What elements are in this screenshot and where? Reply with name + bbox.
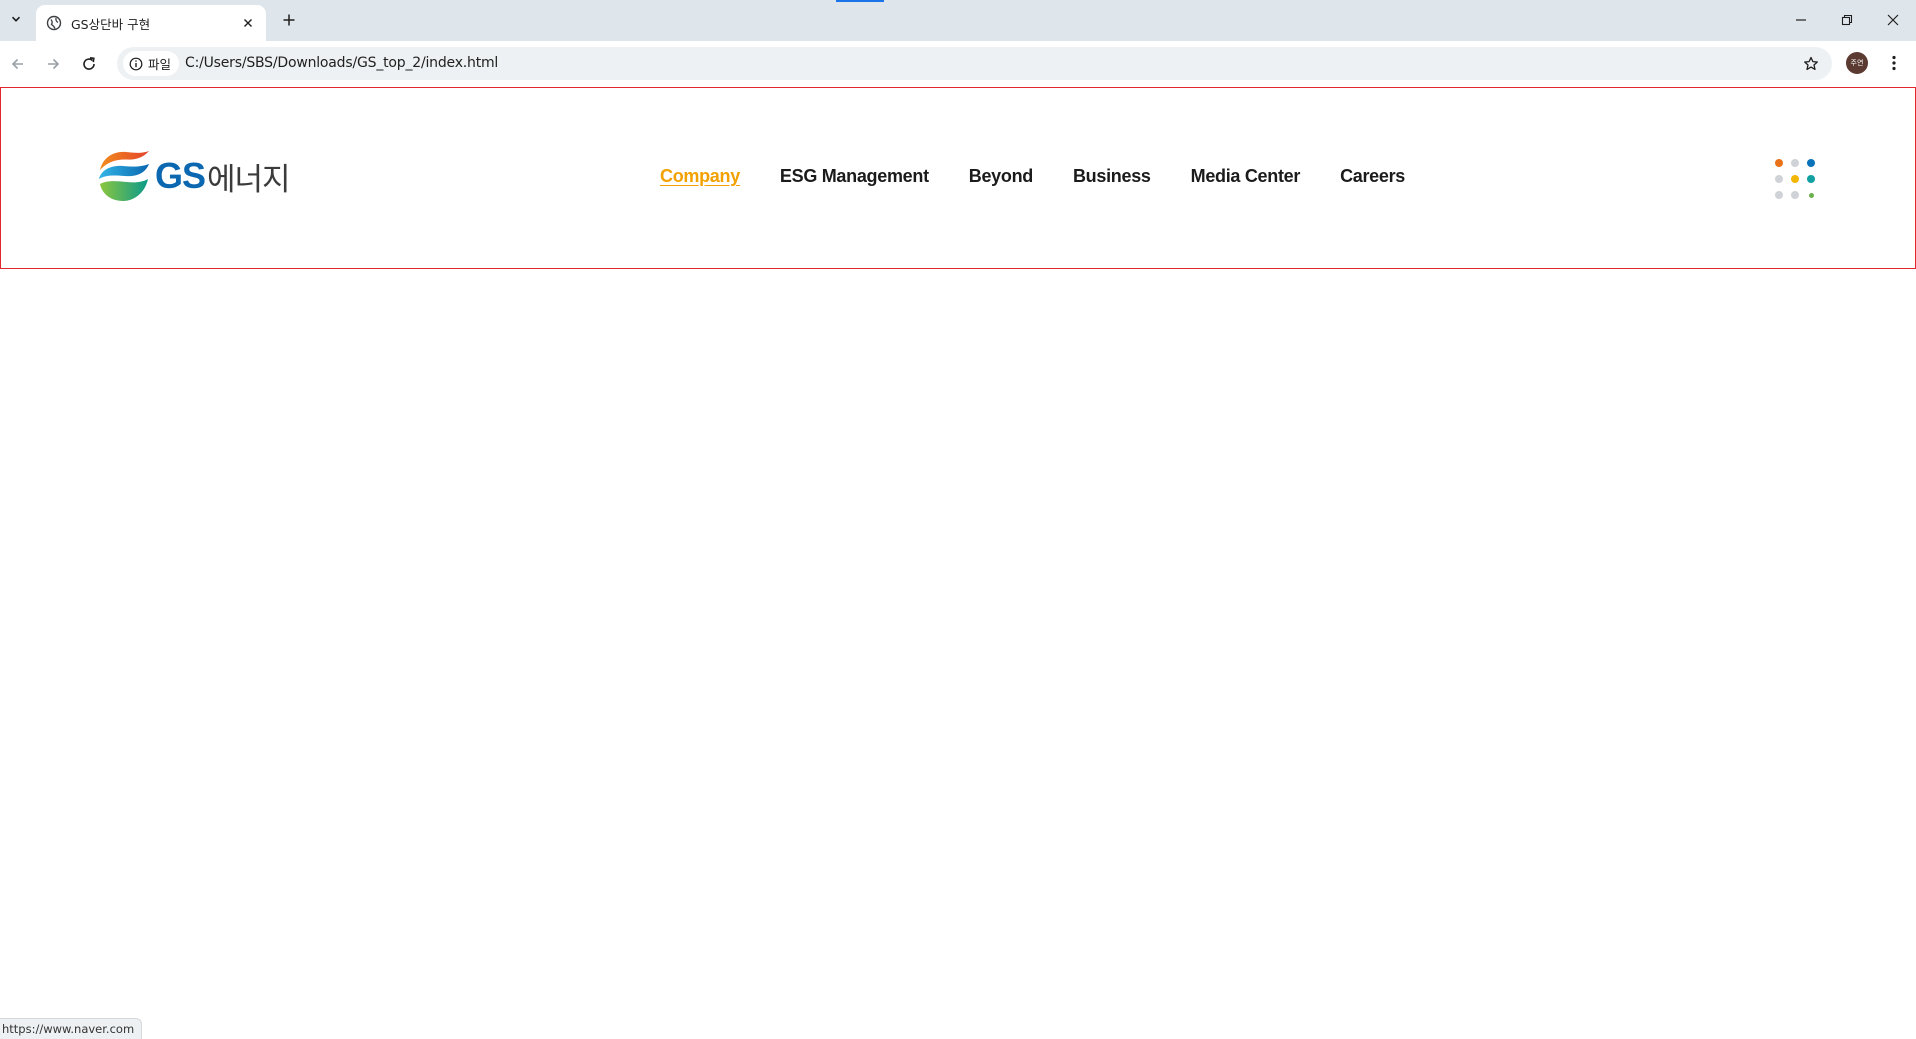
menu-dot-icon (1775, 175, 1783, 183)
minimize-button[interactable] (1778, 6, 1824, 34)
logo-brand-text: GS (155, 155, 206, 196)
tab-close-button[interactable] (238, 13, 258, 33)
tab-title: GS상단바 구현 (71, 16, 151, 32)
profile-avatar[interactable]: 주연 (1846, 52, 1868, 74)
minimize-icon (1796, 19, 1806, 21)
forward-button[interactable] (38, 49, 68, 79)
browser-menu-button[interactable] (1882, 51, 1906, 75)
nav-business[interactable]: Business (1073, 166, 1151, 187)
reload-button[interactable] (74, 49, 104, 79)
close-icon (1887, 14, 1899, 26)
browser-tab[interactable]: GS상단바 구현 (36, 5, 266, 41)
gs-energy-logo[interactable]: GS 에너지 (97, 148, 291, 204)
link-status-bubble: https://www.naver.com (0, 1018, 143, 1039)
all-menu-button[interactable] (1771, 155, 1819, 203)
chevron-down-icon (11, 16, 21, 22)
menu-dot-icon (1791, 159, 1799, 167)
gs-swoosh-icon (99, 151, 149, 201)
nav-beyond[interactable]: Beyond (969, 166, 1034, 187)
browser-tab-bar: GS상단바 구현 (0, 0, 1916, 41)
menu-dot-icon (1775, 191, 1783, 199)
page-viewport: GS 에너지 Company ESG Management Beyond Bus… (0, 86, 1916, 1038)
bookmark-button[interactable] (1798, 51, 1824, 77)
menu-dot-icon (1791, 175, 1799, 183)
restore-icon (1841, 14, 1853, 26)
logo-suffix-text: 에너지 (207, 161, 291, 198)
arrow-right-icon (48, 58, 60, 70)
tab-search-button[interactable] (5, 8, 27, 30)
menu-dot-icon (1808, 192, 1814, 198)
reload-icon (83, 57, 95, 70)
window-close-button[interactable] (1870, 6, 1916, 34)
tab-strip-indicator (836, 0, 884, 2)
nav-company[interactable]: Company (660, 166, 740, 187)
more-vertical-icon (1892, 55, 1896, 71)
nav-careers[interactable]: Careers (1340, 166, 1405, 187)
nav-esg-management[interactable]: ESG Management (780, 166, 929, 187)
site-chip-label: 파일 (148, 57, 172, 72)
menu-dot-icon (1807, 159, 1815, 167)
info-icon (129, 57, 143, 70)
new-tab-button[interactable] (278, 9, 300, 31)
back-button[interactable] (3, 49, 33, 79)
menu-dot-icon (1791, 191, 1799, 199)
address-bar[interactable]: 파일 C:/Users/SBS/Downloads/GS_top_2/index… (117, 47, 1832, 80)
restore-button[interactable] (1824, 6, 1870, 34)
main-navigation: Company ESG Management Beyond Business M… (660, 166, 1445, 187)
menu-dot-icon (1807, 175, 1815, 183)
close-icon (244, 19, 252, 27)
site-header: GS 에너지 Company ESG Management Beyond Bus… (0, 87, 1916, 269)
browser-toolbar: 파일 C:/Users/SBS/Downloads/GS_top_2/index… (0, 41, 1916, 86)
site-info-chip[interactable]: 파일 (123, 51, 180, 76)
nav-media-center[interactable]: Media Center (1191, 166, 1301, 187)
plus-icon (283, 14, 295, 26)
arrow-left-icon (11, 58, 23, 70)
globe-icon (46, 15, 62, 31)
url-text[interactable]: C:/Users/SBS/Downloads/GS_top_2/index.ht… (185, 55, 498, 71)
menu-dot-icon (1775, 159, 1783, 167)
star-icon (1804, 56, 1818, 71)
